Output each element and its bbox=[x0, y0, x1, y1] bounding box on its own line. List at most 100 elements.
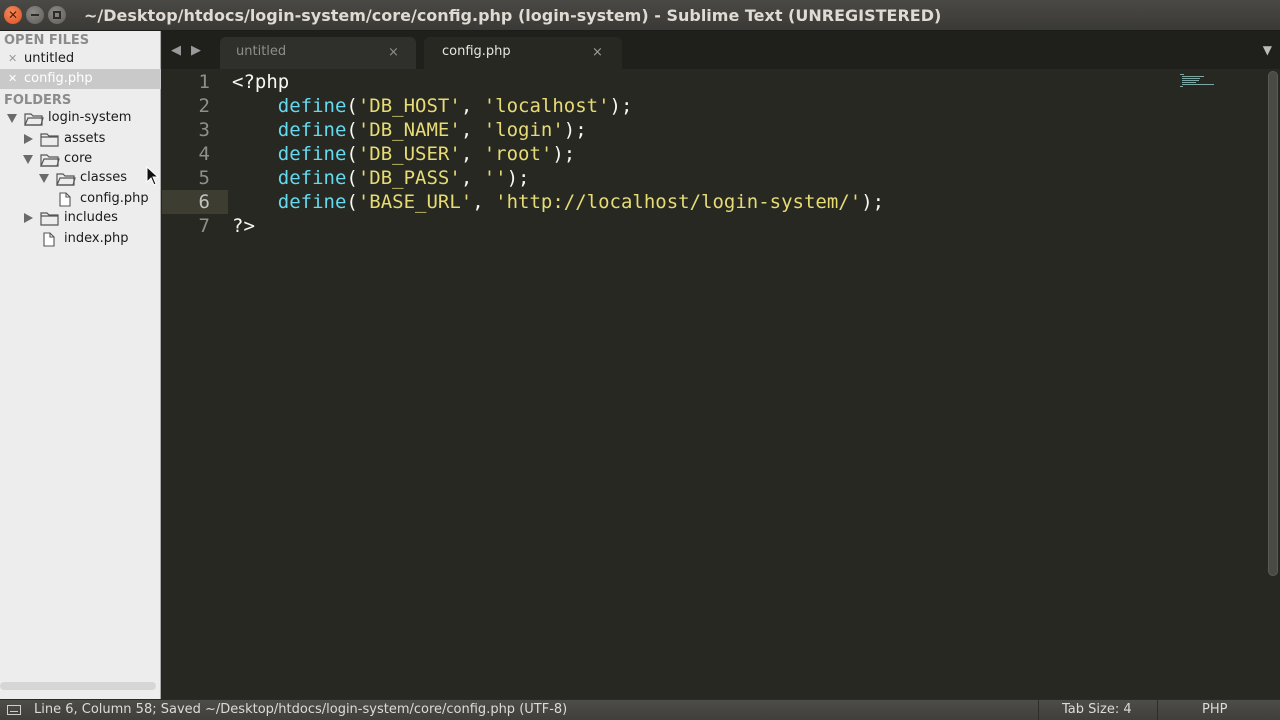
code-token-tag: ?> bbox=[232, 215, 255, 237]
code-token-str: 'DB_PASS' bbox=[357, 167, 461, 189]
open-file-item[interactable]: ✕ untitled bbox=[0, 49, 161, 69]
sidebar-scrollbar[interactable] bbox=[0, 682, 156, 690]
folders-header: FOLDERS bbox=[4, 93, 72, 108]
maximize-icon bbox=[53, 11, 61, 19]
tree-folder-login-system[interactable]: login-system bbox=[0, 109, 161, 129]
file-icon bbox=[43, 232, 55, 247]
chevron-right-icon[interactable] bbox=[24, 213, 33, 223]
folder-icon bbox=[40, 212, 59, 226]
tree-label: config.php bbox=[80, 191, 149, 206]
panel-icon[interactable] bbox=[7, 705, 21, 715]
code-token-punc: , bbox=[460, 143, 484, 165]
code-token-punc: ); bbox=[861, 191, 885, 213]
title-bar: ✕ ~/Desktop/htdocs/login-system/core/con… bbox=[0, 0, 1280, 31]
file-icon bbox=[59, 192, 71, 207]
tree-label: classes bbox=[80, 170, 128, 185]
code-token-fn: define bbox=[277, 167, 347, 189]
code-line[interactable]: ?> bbox=[232, 215, 255, 239]
code-line[interactable]: define('DB_USER', 'root'); bbox=[232, 143, 575, 167]
tree-file-config[interactable]: config.php bbox=[0, 190, 161, 210]
chevron-down-icon[interactable] bbox=[7, 114, 17, 123]
tab-untitled[interactable]: untitled × bbox=[220, 37, 416, 69]
chevron-left-icon[interactable]: ◀ bbox=[171, 43, 181, 58]
code-token-tag: <?php bbox=[232, 71, 290, 93]
minimap[interactable] bbox=[1180, 73, 1246, 87]
code-token-punc bbox=[232, 167, 278, 189]
code-token-punc bbox=[232, 191, 278, 213]
line-number: 1 bbox=[198, 71, 210, 93]
close-icon[interactable]: × bbox=[388, 45, 399, 60]
code-line[interactable]: define('DB_PASS', ''); bbox=[232, 167, 530, 191]
code-token-punc: ); bbox=[552, 143, 576, 165]
mouse-pointer-icon bbox=[146, 166, 160, 186]
open-file-label: config.php bbox=[24, 71, 93, 86]
window-minimize-button[interactable] bbox=[26, 6, 44, 24]
editor-scrollbar[interactable] bbox=[1268, 71, 1278, 576]
code-token-punc: ( bbox=[346, 167, 358, 189]
tab-config-php[interactable]: config.php × bbox=[424, 37, 622, 69]
folder-open-icon bbox=[24, 113, 44, 126]
status-tab-size[interactable]: Tab Size: 4 bbox=[1062, 702, 1132, 717]
code-token-punc: , bbox=[472, 191, 496, 213]
code-editor[interactable]: 1234567 <?php define('DB_HOST', 'localho… bbox=[162, 69, 1280, 699]
folder-open-icon bbox=[40, 154, 60, 167]
code-token-str: 'BASE_URL' bbox=[357, 191, 473, 213]
code-token-str: 'localhost' bbox=[483, 95, 610, 117]
code-line[interactable]: define('DB_NAME', 'login'); bbox=[232, 119, 587, 143]
code-token-str: 'DB_HOST' bbox=[357, 95, 461, 117]
status-syntax[interactable]: PHP bbox=[1202, 702, 1227, 717]
close-icon[interactable]: × bbox=[592, 45, 603, 60]
tree-label: assets bbox=[64, 131, 106, 146]
code-token-punc: ); bbox=[506, 167, 530, 189]
chevron-right-icon[interactable] bbox=[24, 134, 33, 144]
chevron-down-icon[interactable] bbox=[39, 174, 49, 183]
sidebar: OPEN FILES ✕ untitled ✕ config.php FOLDE… bbox=[0, 31, 161, 699]
close-icon[interactable]: ✕ bbox=[8, 52, 17, 65]
tab-label: untitled bbox=[236, 44, 287, 59]
open-file-label: untitled bbox=[24, 51, 75, 66]
window-close-button[interactable]: ✕ bbox=[4, 6, 22, 24]
line-number: 4 bbox=[198, 143, 210, 165]
window-title: ~/Desktop/htdocs/login-system/core/confi… bbox=[84, 6, 942, 25]
tree-folder-assets[interactable]: assets bbox=[0, 130, 161, 150]
code-token-str: 'DB_NAME' bbox=[357, 119, 461, 141]
close-icon: ✕ bbox=[7, 8, 19, 22]
status-position: Line 6, Column 58; Saved ~/Desktop/htdoc… bbox=[34, 702, 568, 717]
code-token-punc: , bbox=[460, 95, 484, 117]
line-number: 5 bbox=[198, 167, 210, 189]
minimize-icon bbox=[31, 14, 39, 16]
code-token-punc: ); bbox=[563, 119, 587, 141]
line-number: 7 bbox=[198, 215, 210, 237]
code-token-fn: define bbox=[277, 143, 347, 165]
open-file-item-active[interactable]: ✕ config.php bbox=[0, 69, 161, 89]
code-line[interactable]: define('DB_HOST', 'localhost'); bbox=[232, 95, 633, 119]
open-files-header: OPEN FILES bbox=[4, 33, 90, 48]
tab-bar: ◀ ▶ untitled × config.php × ▼ bbox=[162, 31, 1280, 69]
chevron-right-icon[interactable]: ▶ bbox=[191, 43, 201, 58]
tree-folder-core[interactable]: core bbox=[0, 150, 161, 170]
code-line[interactable]: define('BASE_URL', 'http://localhost/log… bbox=[232, 191, 884, 215]
chevron-down-icon[interactable] bbox=[23, 155, 33, 164]
code-token-punc: ( bbox=[346, 143, 358, 165]
tree-folder-includes[interactable]: includes bbox=[0, 209, 161, 229]
code-token-punc: , bbox=[460, 119, 484, 141]
line-number: 3 bbox=[198, 119, 210, 141]
tab-label: config.php bbox=[442, 44, 511, 59]
code-token-punc: ); bbox=[609, 95, 633, 117]
window-maximize-button[interactable] bbox=[48, 6, 66, 24]
close-icon[interactable]: ✕ bbox=[8, 72, 17, 85]
code-token-punc bbox=[232, 119, 278, 141]
folder-icon bbox=[40, 133, 59, 147]
tree-file-index[interactable]: index.php bbox=[0, 230, 161, 250]
tree-label: index.php bbox=[64, 231, 129, 246]
code-token-punc bbox=[232, 143, 278, 165]
code-token-fn: define bbox=[277, 119, 347, 141]
code-token-punc: , bbox=[460, 167, 484, 189]
tree-label: core bbox=[64, 151, 93, 166]
tree-folder-classes[interactable]: classes bbox=[0, 169, 161, 189]
tree-label: login-system bbox=[48, 110, 132, 125]
code-token-fn: define bbox=[277, 95, 347, 117]
code-line[interactable]: <?php bbox=[232, 71, 289, 95]
chevron-down-icon[interactable]: ▼ bbox=[1263, 43, 1272, 57]
code-token-str: 'root' bbox=[483, 143, 553, 165]
